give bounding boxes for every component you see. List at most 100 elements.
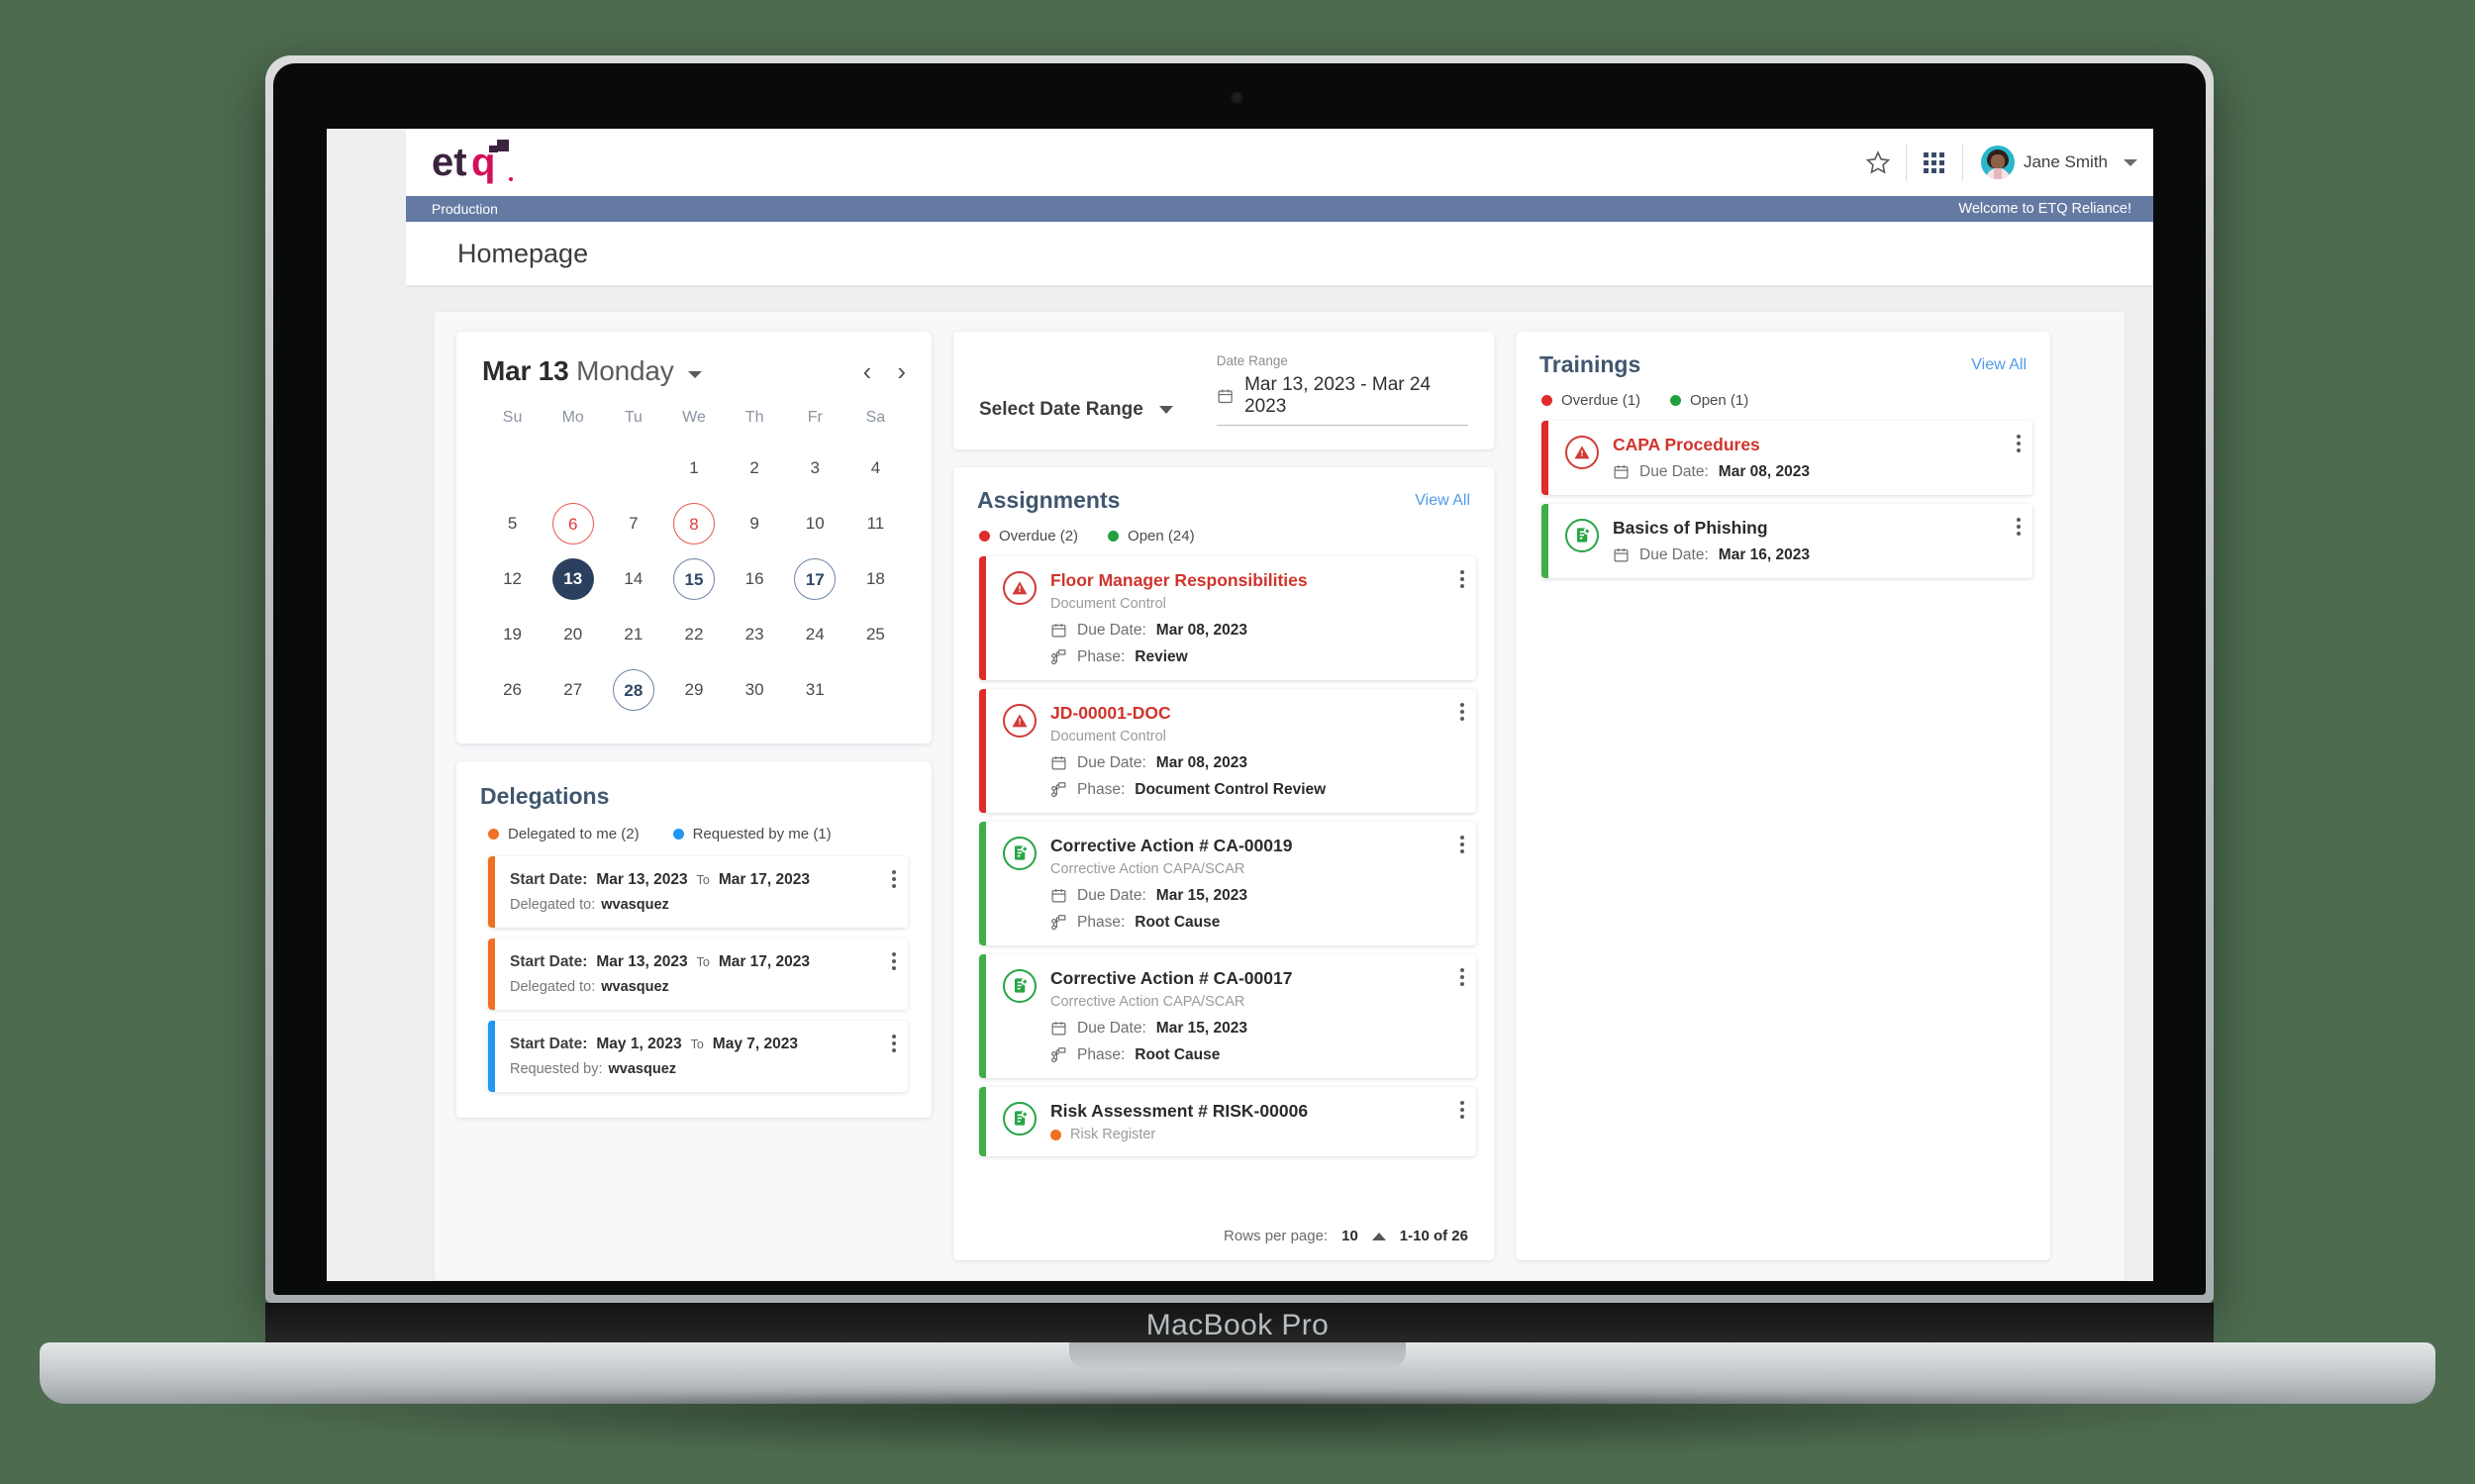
more-options-icon[interactable]: [1460, 835, 1464, 856]
more-options-icon[interactable]: [892, 952, 896, 973]
training-title[interactable]: Basics of Phishing: [1613, 518, 2017, 540]
calendar-day-6[interactable]: 6: [551, 503, 594, 544]
assignment-card[interactable]: Risk Assessment # RISK-00006 Risk Registe…: [979, 1086, 1476, 1157]
calendar-day-28[interactable]: 28: [612, 669, 654, 711]
calendar-weekday-fr: Fr: [807, 409, 823, 426]
assignments-header: Assignments View All: [953, 467, 1494, 514]
calendar-day-27[interactable]: 27: [552, 669, 594, 711]
trainings-view-all-link[interactable]: View All: [1971, 356, 2027, 374]
select-date-range-dropdown[interactable]: Select Date Range: [979, 399, 1173, 426]
training-title[interactable]: CAPA Procedures: [1613, 435, 2017, 456]
training-card[interactable]: CAPA Procedures Due Date: Mar 08, 2023: [1541, 421, 2032, 495]
status-dot-icon: [1050, 1129, 1061, 1140]
user-menu[interactable]: Jane Smith: [1963, 146, 2153, 179]
due-date-value: Mar 08, 2023: [1718, 462, 1811, 480]
assignment-title[interactable]: Floor Manager Responsibilities: [1050, 570, 1460, 592]
calendar-day-2[interactable]: 2: [734, 447, 775, 489]
calendar-weekday-row: Su Mo Tu We Th Fr Sa: [482, 409, 906, 441]
calendar-day-4[interactable]: 4: [854, 447, 896, 489]
calendar-day-23[interactable]: 23: [734, 614, 775, 655]
delegation-dates: Start Date: Mar 13, 2023 To Mar 17, 2023: [510, 871, 892, 889]
calendar-day-12[interactable]: 12: [492, 558, 534, 600]
assignment-status-badge: [1003, 703, 1037, 738]
calendar-week-row: 26 27 28 29 30 31: [482, 662, 906, 718]
calendar-cell: 20: [543, 607, 603, 662]
status-dot-icon: [1108, 531, 1120, 542]
calendar-day-18[interactable]: 18: [854, 558, 896, 600]
calendar-day-21[interactable]: 21: [613, 614, 654, 655]
assignment-meta: Due Date: Mar 15, 2023 Phase: Root Cause: [1050, 887, 1460, 932]
calendar-day-9[interactable]: 9: [734, 503, 775, 544]
date-range-input[interactable]: Mar 13, 2023 - Mar 24 2023: [1216, 374, 1468, 426]
assignment-card[interactable]: Corrective Action # CA-00019 Corrective A…: [979, 821, 1476, 945]
calendar-day-19[interactable]: 19: [492, 614, 534, 655]
assignment-due-date: Due Date: Mar 15, 2023: [1050, 1020, 1460, 1038]
calendar-next-button[interactable]: ›: [897, 358, 906, 384]
favorites-button[interactable]: [1850, 129, 1906, 196]
calendar-day-14[interactable]: 14: [613, 558, 654, 600]
calendar-day-13[interactable]: 13: [551, 558, 594, 600]
calendar-day-1[interactable]: 1: [673, 447, 715, 489]
calendar-day-17[interactable]: 17: [794, 558, 837, 600]
calendar-day-29[interactable]: 29: [673, 669, 715, 711]
status-bar: [488, 856, 495, 928]
assignment-status-badge: [1003, 968, 1037, 1003]
calendar-day-7[interactable]: 7: [613, 503, 654, 544]
calendar-day-31[interactable]: 31: [794, 669, 836, 711]
calendar-cell: 2: [725, 441, 785, 496]
assignment-card[interactable]: Corrective Action # CA-00017 Corrective A…: [979, 953, 1476, 1078]
assignment-title[interactable]: JD-00001-DOC: [1050, 703, 1460, 725]
calendar-day-10[interactable]: 10: [794, 503, 836, 544]
more-options-icon[interactable]: [1460, 967, 1464, 989]
user-name: Jane Smith: [2023, 152, 2108, 171]
calendar-day-20[interactable]: 20: [552, 614, 594, 655]
calendar-day-24[interactable]: 24: [794, 614, 836, 655]
calendar-day-22[interactable]: 22: [673, 614, 715, 655]
delegation-card[interactable]: Start Date: Mar 13, 2023 To Mar 17, 2023 Del…: [488, 939, 908, 1010]
more-options-icon[interactable]: [1460, 1100, 1464, 1122]
assignments-view-all-link[interactable]: View All: [1415, 492, 1470, 510]
end-date-value: May 7, 2023: [712, 1036, 798, 1052]
calendar-day-3[interactable]: 3: [794, 447, 836, 489]
more-options-icon[interactable]: [1460, 570, 1464, 591]
assignment-subtitle: Corrective Action CAPA/SCAR: [1050, 993, 1245, 1010]
trainings-list: CAPA Procedures Due Date: Mar 08, 2023 Basi…: [1516, 415, 2050, 1260]
calendar-cell: 7: [603, 496, 663, 551]
delegation-card[interactable]: Start Date: Mar 13, 2023 To Mar 17, 2023 Del…: [488, 856, 908, 928]
phase-value: Root Cause: [1135, 1045, 1221, 1063]
assignments-title: Assignments: [977, 487, 1121, 513]
caret-up-icon[interactable]: [1371, 1232, 1386, 1240]
more-options-icon[interactable]: [1460, 702, 1464, 724]
chevron-down-icon[interactable]: [687, 370, 702, 378]
calendar-day-11[interactable]: 11: [854, 503, 896, 544]
more-options-icon[interactable]: [892, 870, 896, 891]
more-options-icon[interactable]: [2017, 435, 2021, 455]
more-options-icon[interactable]: [892, 1035, 896, 1055]
calendar-day-15[interactable]: 15: [672, 558, 715, 600]
delegation-card[interactable]: Start Date: May 1, 2023 To May 7, 2023 Reque…: [488, 1021, 908, 1092]
calendar-prev-button[interactable]: ‹: [863, 358, 872, 384]
calendar-cell: 23: [725, 607, 785, 662]
calendar-day-16[interactable]: 16: [734, 558, 775, 600]
calendar-day-30[interactable]: 30: [734, 669, 775, 711]
calendar-day-26[interactable]: 26: [492, 669, 534, 711]
workflow-phase-icon: [1051, 915, 1066, 931]
calendar-icon: [1614, 548, 1629, 562]
rows-per-page-value[interactable]: 10: [1341, 1228, 1358, 1244]
to-label: To: [696, 955, 710, 969]
status-dot-icon: [1670, 395, 1682, 406]
app-topbar: et q Jane Smith: [406, 129, 2153, 196]
assignment-card[interactable]: Floor Manager Responsibilities Document C…: [979, 556, 1476, 680]
more-options-icon[interactable]: [2017, 517, 2021, 539]
assignment-card[interactable]: JD-00001-DOC Document Control Due Date: Mar…: [979, 688, 1476, 813]
assignment-title[interactable]: Risk Assessment # RISK-00006: [1050, 1101, 1460, 1123]
calendar-weekday-su: Su: [502, 409, 523, 426]
calendar-day-5[interactable]: 5: [492, 503, 534, 544]
assignment-title[interactable]: Corrective Action # CA-00019: [1050, 836, 1460, 857]
assignment-title[interactable]: Corrective Action # CA-00017: [1050, 968, 1460, 990]
calendar-day-25[interactable]: 25: [854, 614, 896, 655]
app-grid-button[interactable]: [1907, 129, 1962, 196]
document-plus-icon: [1576, 528, 1591, 543]
training-card[interactable]: Basics of Phishing Due Date: Mar 16, 2023: [1541, 503, 2032, 578]
calendar-day-8[interactable]: 8: [672, 503, 715, 544]
